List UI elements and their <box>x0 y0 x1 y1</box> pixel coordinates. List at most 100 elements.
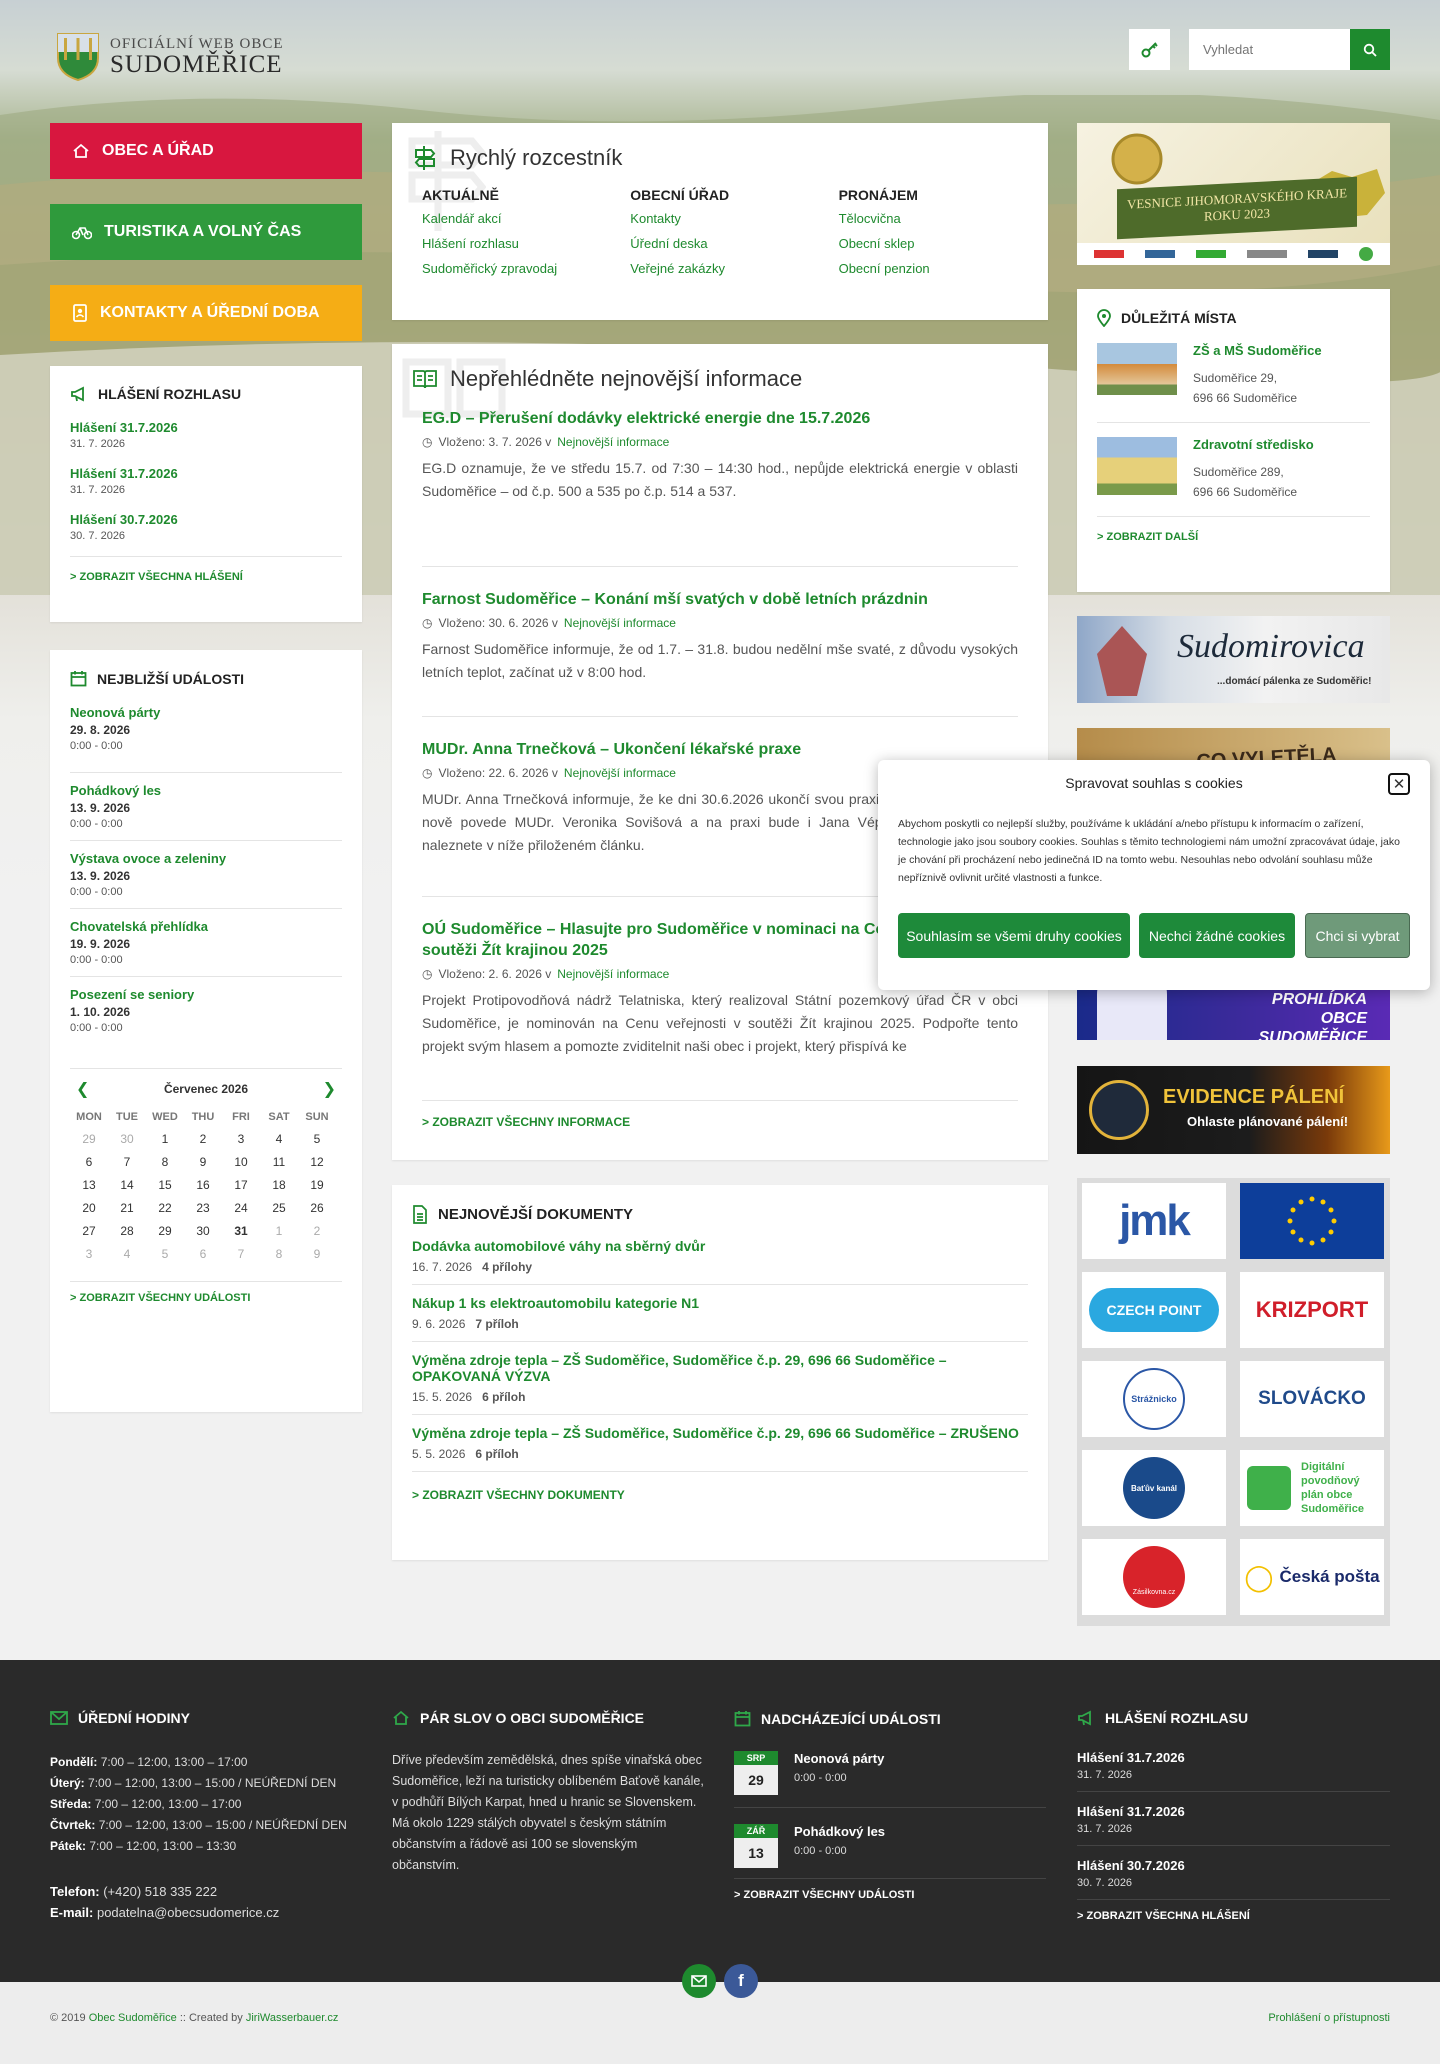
article-category[interactable]: Nejnovější informace <box>564 616 676 630</box>
calendar-day[interactable]: 1 <box>260 1224 298 1238</box>
event-title[interactable]: Chovatelská přehlídka <box>70 919 342 934</box>
document-item[interactable]: Nákup 1 ks elektroautomobilu kategorie N… <box>412 1284 1028 1341</box>
item-title[interactable]: Hlášení 31.7.2026 <box>70 420 342 435</box>
search-button[interactable] <box>1350 29 1390 70</box>
calendar-day[interactable]: 28 <box>108 1224 146 1238</box>
calendar-day[interactable]: 25 <box>260 1201 298 1215</box>
calendar-day[interactable]: 3 <box>222 1132 260 1146</box>
calendar-day[interactable]: 6 <box>70 1155 108 1169</box>
calendar-day[interactable]: 24 <box>222 1201 260 1215</box>
doc-title[interactable]: Dodávka automobilové váhy na sběrný dvůr <box>412 1238 1028 1254</box>
document-item[interactable]: Výměna zdroje tepla – ZŠ Sudoměřice, Sud… <box>412 1414 1028 1471</box>
article-title[interactable]: MUDr. Anna Trnečková – Ukončení lékařské… <box>422 739 1018 760</box>
event-title[interactable]: Neonová párty <box>794 1751 884 1766</box>
logo-ceska-posta[interactable]: ◯ Česká pošta <box>1240 1539 1384 1615</box>
calendar-day[interactable]: 30 <box>108 1132 146 1146</box>
quicklink[interactable]: Obecní sklep <box>839 236 1018 251</box>
calendar-prev-button[interactable]: ❮ <box>76 1079 89 1099</box>
email-value[interactable]: podatelna@obecsudomerice.cz <box>97 1905 279 1920</box>
calendar-day[interactable]: 5 <box>146 1247 184 1261</box>
footer-broadcast-item[interactable]: Hlášení 30.7.2026 30. 7. 2026 <box>1077 1858 1390 1900</box>
calendar-day[interactable]: 2 <box>184 1132 222 1146</box>
quicklink[interactable]: Kontakty <box>630 211 838 226</box>
logo-jmk[interactable]: jmk <box>1082 1183 1226 1259</box>
event-title[interactable]: Pohádkový les <box>794 1824 885 1839</box>
calendar-day[interactable]: 14 <box>108 1178 146 1192</box>
event-title[interactable]: Výstava ovoce a zeleniny <box>70 851 342 866</box>
quicklink[interactable]: Hlášení rozhlasu <box>422 236 630 251</box>
calendar-day[interactable]: 7 <box>108 1155 146 1169</box>
email-social-button[interactable] <box>682 1964 716 1998</box>
calendar-day[interactable]: 3 <box>70 1247 108 1261</box>
quicklink[interactable]: Kalendář akcí <box>422 211 630 226</box>
nav-turistika[interactable]: Turistika a volný čas <box>50 204 362 260</box>
calendar-day[interactable]: 2 <box>298 1224 336 1238</box>
quicklink[interactable]: Veřejné zakázky <box>630 261 838 276</box>
facebook-icon[interactable]: f <box>724 1964 758 1998</box>
calendar-day[interactable]: 8 <box>260 1247 298 1261</box>
calendar-day[interactable]: 18 <box>260 1178 298 1192</box>
nav-kontakty[interactable]: Kontakty a úřední doba <box>50 285 362 341</box>
calendar-day[interactable]: 20 <box>70 1201 108 1215</box>
calendar-day[interactable]: 6 <box>184 1247 222 1261</box>
item-title[interactable]: Hlášení 31.7.2026 <box>1077 1750 1390 1765</box>
article-category[interactable]: Nejnovější informace <box>557 435 669 449</box>
calendar-day[interactable]: 5 <box>298 1132 336 1146</box>
sudomirovica-banner[interactable]: Sudomirovica ...domácí pálenka ze Sudomě… <box>1077 616 1390 703</box>
item-title[interactable]: Hlášení 30.7.2026 <box>1077 1858 1390 1873</box>
login-key-button[interactable] <box>1129 29 1170 70</box>
calendar-day[interactable]: 19 <box>298 1178 336 1192</box>
article-category[interactable]: Nejnovější informace <box>564 766 676 780</box>
calendar-day[interactable]: 29 <box>70 1132 108 1146</box>
calendar-day[interactable]: 23 <box>184 1201 222 1215</box>
doc-title[interactable]: Nákup 1 ks elektroautomobilu kategorie N… <box>412 1295 1028 1311</box>
news-article[interactable]: EG.D – Přerušení dodávky elektrické ener… <box>422 408 1018 566</box>
calendar-day[interactable]: 21 <box>108 1201 146 1215</box>
item-title[interactable]: Hlášení 31.7.2026 <box>1077 1804 1390 1819</box>
events-more-link[interactable]: > Zobrazit všechny události <box>70 1292 342 1304</box>
quicklink[interactable]: Sudoměřický zpravodaj <box>422 261 630 276</box>
search-input[interactable] <box>1189 29 1351 70</box>
list-item[interactable]: Hlášení 30.7.2026 30. 7. 2026 <box>70 512 342 542</box>
place-item[interactable]: ZŠ a MŠ Sudoměřice Sudoměřice 29, 696 66 S… <box>1097 343 1370 408</box>
list-item[interactable]: Hlášení 31.7.2026 31. 7. 2026 <box>70 466 342 496</box>
calendar-day[interactable]: 1 <box>146 1132 184 1146</box>
phone-value[interactable]: (+420) 518 335 222 <box>103 1884 217 1899</box>
list-item[interactable]: Pohádkový les 13. 9. 2026 0:00 - 0:00 <box>70 772 342 840</box>
calendar-day[interactable]: 10 <box>222 1155 260 1169</box>
calendar-day[interactable]: 17 <box>222 1178 260 1192</box>
logo-povodnovy-plan[interactable]: Digitální povodňový plán obce Sudoměřice <box>1240 1450 1384 1526</box>
document-item[interactable]: Dodávka automobilové váhy na sběrný dvůr… <box>412 1238 1028 1284</box>
news-more-link[interactable]: > Zobrazit všechny informace <box>422 1115 1018 1129</box>
cookie-deny-button[interactable]: Nechci žádné cookies <box>1139 913 1295 958</box>
footer-event-item[interactable]: ZÁŘ 13 Pohádkový les 0:00 - 0:00 <box>734 1824 1046 1879</box>
quicklink[interactable]: Tělocvična <box>839 211 1018 226</box>
calendar-day[interactable]: 8 <box>146 1155 184 1169</box>
calendar-day[interactable]: 15 <box>146 1178 184 1192</box>
logo-straznicko[interactable]: Strážnicko <box>1082 1361 1226 1437</box>
close-icon[interactable]: ✕ <box>1388 773 1410 795</box>
item-title[interactable]: Hlášení 30.7.2026 <box>70 512 342 527</box>
calendar-day[interactable]: 31 <box>222 1224 260 1238</box>
doc-title[interactable]: Výměna zdroje tepla – ZŠ Sudoměřice, Sud… <box>412 1352 1028 1384</box>
article-title[interactable]: EG.D – Přerušení dodávky elektrické ener… <box>422 408 1018 429</box>
article-category[interactable]: Nejnovější informace <box>557 967 669 981</box>
calendar-day[interactable]: 9 <box>298 1247 336 1261</box>
site-logo[interactable]: Oficiální web obce Sudoměřice <box>54 30 284 82</box>
list-item[interactable]: Hlášení 31.7.2026 31. 7. 2026 <box>70 420 342 450</box>
calendar-day[interactable]: 22 <box>146 1201 184 1215</box>
logo-slovacko[interactable]: SLOVÁCKO <box>1240 1361 1384 1437</box>
accessibility-link[interactable]: Prohlášení o přístupnosti <box>1268 2012 1390 2024</box>
quicklink[interactable]: Úřední deska <box>630 236 838 251</box>
broadcast-more-link[interactable]: > Zobrazit všechna hlášení <box>70 571 342 583</box>
places-more-link[interactable]: > Zobrazit další <box>1097 531 1370 543</box>
logo-eu[interactable]: EU <box>1240 1183 1384 1259</box>
cookie-choose-button[interactable]: Chci si vybrat <box>1305 913 1410 958</box>
logo-krizport[interactable]: KRIZPORT <box>1240 1272 1384 1348</box>
footer-broadcast-item[interactable]: Hlášení 31.7.2026 31. 7. 2026 <box>1077 1804 1390 1846</box>
calendar-day[interactable]: 4 <box>260 1132 298 1146</box>
nav-obec-a-urad[interactable]: Obec a úřad <box>50 123 362 179</box>
calendar-day[interactable]: 27 <box>70 1224 108 1238</box>
list-item[interactable]: Chovatelská přehlídka 19. 9. 2026 0:00 - 0… <box>70 908 342 976</box>
event-title[interactable]: Neonová párty <box>70 705 342 720</box>
